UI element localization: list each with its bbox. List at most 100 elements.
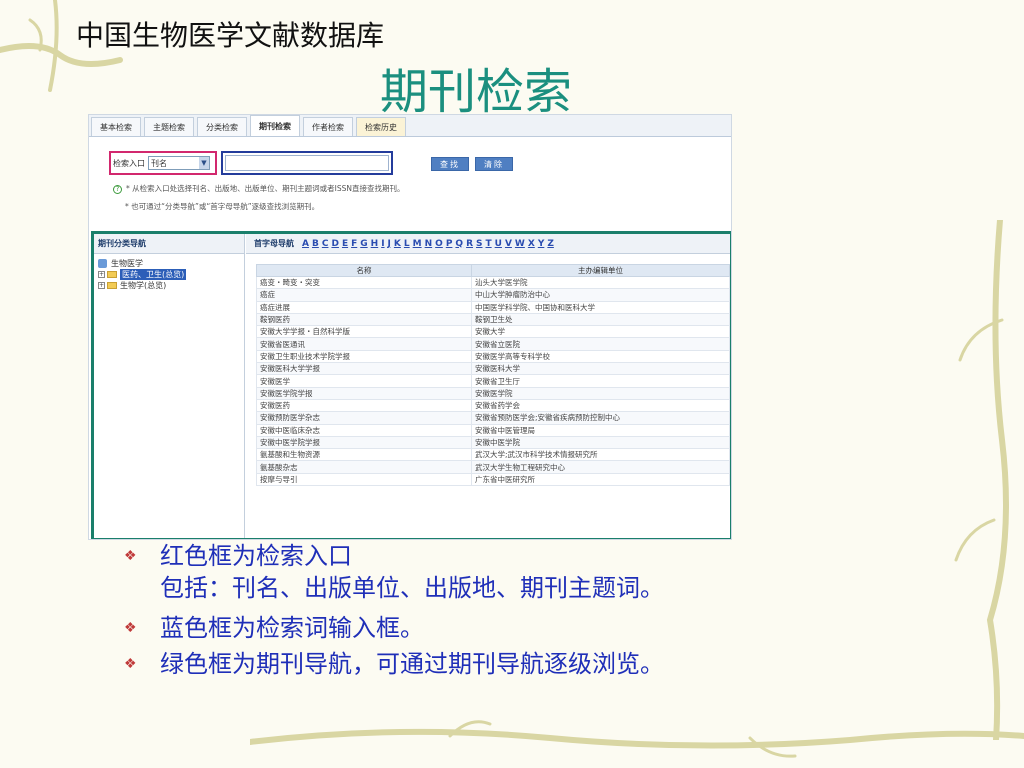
alphabet-letter-k[interactable]: K xyxy=(394,239,401,249)
table-row[interactable]: 癌症进展 中国医学科学院、中国协和医科大学 xyxy=(256,300,730,314)
alphabet-letter-q[interactable]: Q xyxy=(455,239,463,249)
table-row[interactable]: 安徽大学学报・自然科学版 安徽大学 xyxy=(256,325,730,339)
alphabet-letter-t[interactable]: T xyxy=(486,239,492,249)
tree-item-biology[interactable]: + 生物学(总览) xyxy=(98,280,244,291)
expand-icon[interactable]: + xyxy=(98,282,105,289)
journal-navigation-frame: 期刊分类导航 生物医学 + 医药、卫生(总览) + 生物学(总览) 首字母导航 … xyxy=(91,231,731,539)
search-field-select[interactable]: 刊名 ▼ xyxy=(148,156,210,170)
tab-journal-search[interactable]: 期刊检索 xyxy=(250,115,300,136)
alphabet-letter-u[interactable]: U xyxy=(495,239,502,249)
search-tabs: 基本检索 主题检索 分类检索 期刊检索 作者检索 检索历史 xyxy=(89,115,731,137)
classification-tree: 生物医学 + 医药、卫生(总览) + 生物学(总览) xyxy=(94,254,244,291)
journal-name-cell[interactable]: 安徽医药 xyxy=(256,398,472,413)
alphabet-letter-g[interactable]: G xyxy=(360,239,367,249)
bullet-2-text: 蓝色框为检索词输入框。 xyxy=(160,614,424,642)
journal-publisher-cell: 中山大学肿瘤防治中心 xyxy=(471,288,730,302)
tree-item-medicine[interactable]: + 医药、卫生(总览) xyxy=(98,269,244,280)
alphabet-letter-y[interactable]: Y xyxy=(538,239,545,249)
tree-root[interactable]: 生物医学 xyxy=(98,258,244,269)
alphabet-letter-h[interactable]: H xyxy=(371,239,379,249)
find-button[interactable]: 查找 xyxy=(431,157,469,171)
search-term-frame xyxy=(221,151,393,175)
table-row[interactable]: 安徽中医临床杂志 安徽省中医管理局 xyxy=(256,423,730,437)
table-row[interactable]: 安徽医学 安徽省卫生厅 xyxy=(256,374,730,388)
alphabet-letter-z[interactable]: Z xyxy=(547,239,554,249)
table-row[interactable]: 氨基酸杂志 武汉大学生物工程研究中心 xyxy=(256,460,730,474)
table-row[interactable]: 鞍钢医药 鞍钢卫生处 xyxy=(256,312,730,327)
journal-publisher-cell: 武汉大学;武汉市科学技术情报研究所 xyxy=(471,448,730,462)
tab-basic-search[interactable]: 基本检索 xyxy=(91,117,141,136)
journal-name-cell[interactable]: 安徽医科大学学报 xyxy=(256,362,472,376)
clear-button[interactable]: 清除 xyxy=(475,157,513,171)
journal-name-cell[interactable]: 氨基酸和生物资源 xyxy=(256,448,472,462)
journal-name-cell[interactable]: 按摩与导引 xyxy=(256,472,472,487)
journal-name-cell[interactable]: 癌变・畸变・突变 xyxy=(256,275,472,290)
journal-publisher-cell: 安徽省立医院 xyxy=(471,337,730,351)
journal-name-cell[interactable]: 安徽中医学院学报 xyxy=(256,435,472,450)
journal-name-cell[interactable]: 安徽大学学报・自然科学版 xyxy=(256,325,472,339)
alphabet-letter-l[interactable]: L xyxy=(404,239,410,249)
journal-name-cell[interactable]: 安徽预防医学杂志 xyxy=(256,411,472,425)
search-field-value: 刊名 xyxy=(151,158,167,168)
alphabet-letter-p[interactable]: P xyxy=(446,239,453,249)
table-row[interactable]: 按摩与导引 广东省中医研究所 xyxy=(256,472,730,487)
journal-name-cell[interactable]: 安徽医学院学报 xyxy=(256,386,472,400)
journal-publisher-cell: 鞍钢卫生处 xyxy=(471,312,730,327)
journal-publisher-cell: 安徽省中医管理局 xyxy=(471,423,730,437)
site-title: 中国生物医学文献数据库 xyxy=(76,19,385,52)
tab-author-search[interactable]: 作者检索 xyxy=(303,117,353,136)
tree-root-label: 生物医学 xyxy=(111,259,143,268)
alphabet-letter-b[interactable]: B xyxy=(312,239,319,249)
help-icon: ? xyxy=(113,185,122,194)
search-entry-frame: 检索入口 刊名 ▼ xyxy=(109,151,217,175)
alphabet-letter-f[interactable]: F xyxy=(351,239,357,249)
explanation-bullets: ❖ 红色框为检索入口 包括：刊名、出版单位、出版地、期刊主题词。 ❖ 蓝色框为检… xyxy=(124,540,664,684)
journal-name-cell[interactable]: 氨基酸杂志 xyxy=(256,460,472,474)
alphabet-letter-c[interactable]: C xyxy=(322,239,329,249)
expand-icon[interactable]: + xyxy=(98,271,105,278)
table-row[interactable]: 氨基酸和生物资源 武汉大学;武汉市科学技术情报研究所 xyxy=(256,448,730,462)
journal-publisher-cell: 安徽中医学院 xyxy=(471,435,730,450)
table-row[interactable]: 安徽卫生职业技术学院学报 安徽医学高等专科学校 xyxy=(256,349,730,364)
alphabet-letter-j[interactable]: J xyxy=(388,239,391,249)
alphabet-letter-n[interactable]: N xyxy=(425,239,433,249)
alphabet-letter-v[interactable]: V xyxy=(505,239,512,249)
journal-name-cell[interactable]: 安徽中医临床杂志 xyxy=(256,423,472,437)
search-term-input[interactable] xyxy=(225,155,389,171)
journal-name-cell[interactable]: 安徽医学 xyxy=(256,374,472,388)
alphabet-letter-r[interactable]: R xyxy=(466,239,473,249)
journal-name-cell[interactable]: 鞍钢医药 xyxy=(256,312,472,327)
table-row[interactable]: 癌症 中山大学肿瘤防治中心 xyxy=(256,288,730,302)
tree-item-medicine-label: 医药、卫生(总览) xyxy=(120,269,187,280)
table-row[interactable]: 安徽医药 安徽省药学会 xyxy=(256,398,730,413)
alphabet-letter-i[interactable]: I xyxy=(381,239,384,249)
table-row[interactable]: 癌变・畸变・突变 汕头大学医学院 xyxy=(256,275,730,290)
alphabet-letter-e[interactable]: E xyxy=(342,239,348,249)
bullet-1-line-1: 红色框为检索入口 xyxy=(160,542,352,570)
journal-name-cell[interactable]: 安徽省医通讯 xyxy=(256,337,472,351)
table-row[interactable]: 安徽省医通讯 安徽省立医院 xyxy=(256,337,730,351)
search-hint-1: ? * 从检索入口处选择刊名、出版地、出版单位、期刊主题词或者ISSN直接查找期刊… xyxy=(113,183,404,194)
journal-name-cell[interactable]: 安徽卫生职业技术学院学报 xyxy=(256,349,472,364)
alphabet-letter-m[interactable]: M xyxy=(413,239,422,249)
table-row[interactable]: 安徽中医学院学报 安徽中医学院 xyxy=(256,435,730,450)
alphabet-letter-a[interactable]: A xyxy=(302,239,309,249)
journal-publisher-cell: 安徽大学 xyxy=(471,325,730,339)
tab-classification-search[interactable]: 分类检索 xyxy=(197,117,247,136)
alphabet-letter-d[interactable]: D xyxy=(331,239,338,249)
vine-decoration-right xyxy=(954,220,1009,740)
tab-search-history[interactable]: 检索历史 xyxy=(356,117,406,136)
journal-name-cell[interactable]: 癌症进展 xyxy=(256,300,472,314)
alphabet-letter-o[interactable]: O xyxy=(435,239,443,249)
table-row[interactable]: 安徽医学院学报 安徽医学院 xyxy=(256,386,730,400)
table-row[interactable]: 安徽医科大学学报 安徽医科大学 xyxy=(256,362,730,376)
alphabet-letter-s[interactable]: S xyxy=(476,239,482,249)
table-row[interactable]: 安徽预防医学杂志 安徽省预防医学会;安徽省疾病预防控制中心 xyxy=(256,411,730,425)
alphabet-letter-w[interactable]: W xyxy=(515,239,525,249)
alphabet-letter-x[interactable]: X xyxy=(528,239,535,249)
journal-name-cell[interactable]: 癌症 xyxy=(256,288,472,302)
journal-search-screenshot: 基本检索 主题检索 分类检索 期刊检索 作者检索 检索历史 检索入口 刊名 ▼ … xyxy=(88,114,732,540)
alphabet-nav-header: 首字母导航 ABCDEFGHIJKLMNOPQRSTUVWXYZ xyxy=(246,234,730,254)
tab-subject-search[interactable]: 主题检索 xyxy=(144,117,194,136)
chevron-down-icon: ▼ xyxy=(199,157,209,169)
